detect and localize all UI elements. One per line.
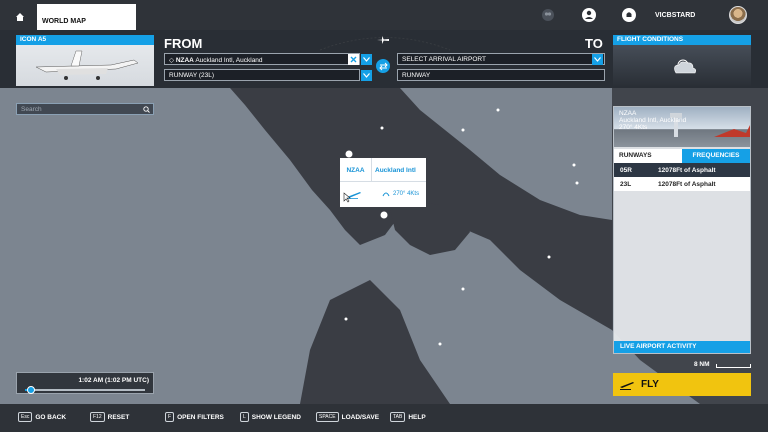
tab-world-map[interactable]: WORLD MAP bbox=[37, 4, 136, 30]
departure-runway-field[interactable]: RUNWAY (23L) bbox=[164, 69, 360, 81]
hint-label: GO BACK bbox=[35, 413, 67, 421]
home-icon bbox=[16, 13, 24, 21]
close-icon bbox=[350, 56, 357, 63]
aircraft-image bbox=[35, 50, 139, 80]
show-legend-hint[interactable]: L SHOW LEGEND bbox=[240, 412, 301, 422]
departure-dropdown[interactable] bbox=[361, 54, 372, 65]
load-save-hint[interactable]: SPACE LOAD/SAVE bbox=[316, 412, 379, 422]
reset-hint[interactable]: F12 RESET bbox=[90, 412, 129, 422]
popup-airport-name: Auckland Intl bbox=[375, 167, 416, 174]
aircraft-selector[interactable]: ICON A5 bbox=[16, 35, 154, 86]
chevron-down-icon bbox=[594, 57, 601, 62]
plane-icon bbox=[377, 36, 389, 44]
to-label: TO bbox=[585, 36, 603, 51]
key-cap: L bbox=[240, 412, 249, 422]
tab-runways[interactable]: RUNWAYS bbox=[614, 149, 682, 163]
time-slider-handle[interactable] bbox=[27, 386, 35, 394]
arrival-dropdown[interactable] bbox=[592, 54, 603, 65]
departure-name: Auckland Intl, Auckland bbox=[195, 57, 263, 64]
notification-bell-icon[interactable] bbox=[622, 8, 636, 22]
swap-airports-button[interactable] bbox=[376, 59, 390, 73]
avatar[interactable] bbox=[729, 6, 747, 24]
runway-row[interactable]: 05R 12078Ft of Asphalt bbox=[614, 163, 750, 177]
key-cap: F12 bbox=[90, 412, 105, 422]
flight-conditions-label: FLIGHT CONDITIONS bbox=[613, 35, 751, 45]
go-back-hint[interactable]: Esc GO BACK bbox=[18, 412, 66, 422]
arrival-airport-field[interactable]: SELECT ARRIVAL AIRPORT bbox=[397, 53, 605, 65]
departure-code: NZAA bbox=[175, 57, 194, 64]
hint-label: RESET bbox=[107, 413, 130, 421]
key-cap: TAB bbox=[390, 412, 406, 422]
time-of-day-control: 1:02 AM (1:02 PM UTC) bbox=[16, 372, 154, 394]
hint-label: LOAD/SAVE bbox=[341, 413, 380, 421]
airport-popup[interactable]: NZAA Auckland Intl 270° 4Kts bbox=[340, 158, 426, 207]
chevron-down-icon bbox=[363, 57, 370, 62]
takeoff-icon bbox=[620, 381, 634, 390]
search-icon bbox=[143, 106, 150, 113]
profile-icon[interactable] bbox=[582, 8, 596, 22]
search-placeholder: Search bbox=[21, 106, 42, 113]
departure-airport-field[interactable]: ◇ NZAA Auckland Intl, Auckland bbox=[164, 53, 360, 65]
tab-frequencies[interactable]: FREQUENCIES bbox=[682, 149, 750, 163]
open-filters-hint[interactable]: F OPEN FILTERS bbox=[165, 412, 224, 422]
key-cap: F bbox=[165, 412, 175, 422]
from-label: FROM bbox=[164, 36, 203, 51]
panel-airport-code: NZAA bbox=[619, 110, 637, 117]
hint-label: HELP bbox=[408, 413, 426, 421]
fly-button[interactable]: FLY bbox=[613, 373, 751, 396]
cursor-icon bbox=[343, 192, 351, 203]
help-hint[interactable]: TAB HELP bbox=[390, 412, 426, 422]
friends-icon[interactable] bbox=[541, 8, 555, 22]
swap-icon bbox=[378, 62, 388, 70]
scale-label: 8 NM bbox=[694, 361, 710, 368]
arrival-runway-field[interactable]: RUNWAY bbox=[397, 69, 605, 81]
popup-airport-code: NZAA bbox=[340, 158, 372, 181]
time-text: 1:02 AM (1:02 PM UTC) bbox=[78, 377, 149, 384]
chevron-down-icon bbox=[363, 73, 370, 78]
live-airport-activity-button[interactable]: LIVE AIRPORT ACTIVITY bbox=[614, 341, 750, 353]
key-cap: SPACE bbox=[316, 412, 339, 422]
time-slider[interactable] bbox=[25, 386, 145, 394]
clear-departure-button[interactable] bbox=[348, 54, 359, 65]
search-input[interactable]: Search bbox=[16, 103, 154, 115]
runway-info: 12078Ft of Asphalt bbox=[658, 166, 716, 174]
hint-label: SHOW LEGEND bbox=[251, 413, 301, 421]
runway-id: 23L bbox=[620, 180, 632, 188]
flight-conditions-button[interactable]: FLIGHT CONDITIONS bbox=[613, 35, 751, 86]
aircraft-label: ICON A5 bbox=[16, 35, 154, 45]
panel-airport-name: Auckland Intl, Auckland bbox=[619, 117, 687, 124]
home-button[interactable] bbox=[12, 9, 28, 25]
airport-photo: NZAA Auckland Intl, Auckland 270° 4Kts bbox=[614, 107, 750, 147]
runway-id: 05R bbox=[620, 166, 632, 174]
popup-wind: 270° 4Kts bbox=[393, 191, 420, 197]
username: VICBSTARD bbox=[655, 12, 696, 19]
runway-info: 12078Ft of Asphalt bbox=[658, 180, 716, 188]
panel-wind: 270° 4Kts bbox=[619, 124, 648, 131]
wind-icon bbox=[382, 192, 390, 197]
scale-bar bbox=[716, 364, 751, 368]
fly-label: FLY bbox=[641, 379, 659, 390]
hint-label: OPEN FILTERS bbox=[177, 413, 224, 421]
location-icon: ◇ bbox=[169, 57, 176, 64]
key-cap: Esc bbox=[18, 412, 33, 422]
airport-info-panel: NZAA Auckland Intl, Auckland 270° 4Kts R… bbox=[613, 106, 751, 354]
departure-runway-dropdown[interactable] bbox=[361, 70, 372, 81]
runway-row[interactable]: 23L 12078Ft of Asphalt bbox=[614, 177, 750, 191]
weather-icon bbox=[674, 59, 696, 74]
